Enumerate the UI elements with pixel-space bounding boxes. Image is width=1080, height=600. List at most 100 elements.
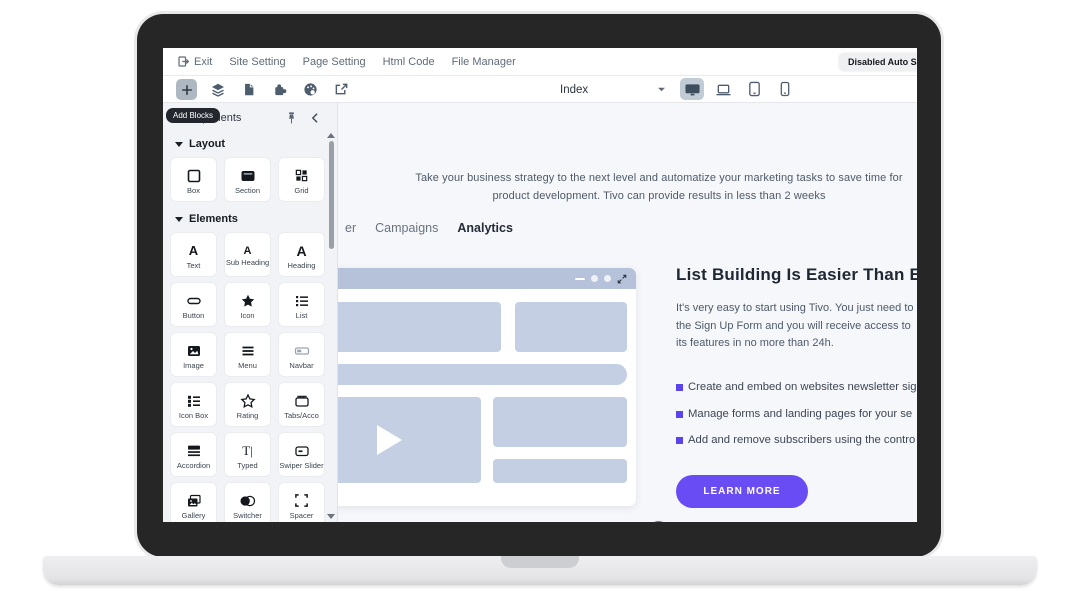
add-blocks-tooltip: Add Blocks (166, 108, 220, 123)
scroll-down-icon[interactable] (327, 514, 335, 519)
section-label: Elements (189, 213, 238, 225)
wireframe-card (303, 268, 636, 506)
block-card-box[interactable]: Box (170, 157, 217, 202)
menu-site-setting[interactable]: Site Setting (229, 56, 285, 68)
block-card-icon[interactable]: Icon (224, 282, 271, 327)
block-card-rating[interactable]: Rating (224, 382, 271, 427)
image-icon (186, 342, 202, 360)
section-icon (240, 167, 256, 185)
block-card-icon-box[interactable]: Icon Box (170, 382, 217, 427)
sidebar-scrollbar[interactable] (327, 133, 335, 519)
bullet-square-icon (676, 437, 683, 444)
block-card-text[interactable]: A Text (170, 232, 217, 277)
heading-icon: A (296, 242, 306, 260)
laptop-base (43, 556, 1037, 585)
block-card-typed[interactable]: T| Typed (224, 432, 271, 477)
block-card-list[interactable]: List (278, 282, 325, 327)
plugins-button[interactable] (269, 79, 290, 100)
pin-icon[interactable] (285, 111, 298, 125)
page-dropdown-value: Index (560, 84, 588, 96)
block-card-menu[interactable]: Menu (224, 332, 271, 377)
exit-label: Exit (194, 56, 212, 68)
paragraph-line: its features in no more than 24h. (676, 335, 914, 353)
toolbar: Index (163, 76, 917, 103)
scrollbar-thumb[interactable] (329, 141, 334, 249)
add-blocks-button[interactable] (176, 79, 197, 100)
external-link-icon (334, 82, 349, 97)
publish-button[interactable] (331, 79, 352, 100)
paragraph-line: the Sign Up Form and you will receive ac… (676, 318, 914, 336)
toolbar-left-icons (176, 79, 352, 100)
bullet-text: Manage forms and landing pages for your … (688, 408, 912, 420)
collapse-sidebar-icon[interactable] (310, 112, 319, 124)
caret-down-icon (175, 142, 183, 147)
accordion-icon (186, 442, 202, 460)
play-icon[interactable] (377, 425, 402, 455)
tab-partial[interactable]: er (345, 221, 356, 235)
block-card-spacer[interactable]: Spacer (278, 482, 325, 522)
tab-analytics[interactable]: Analytics (457, 221, 513, 235)
menu-icon (240, 342, 256, 360)
bullet-text: Create and embed on websites newsletter … (688, 381, 917, 393)
block-card-section[interactable]: Section (224, 157, 271, 202)
tab-campaigns[interactable]: Campaigns (375, 221, 438, 235)
block-card-grid[interactable]: Grid (278, 157, 325, 202)
block-card-heading[interactable]: A Heading (278, 232, 325, 277)
block-card-sub-heading[interactable]: A Sub Heading (224, 232, 271, 277)
desktop-preview-button[interactable] (680, 78, 704, 100)
expand-icon (617, 274, 627, 284)
exit-button[interactable]: Exit (177, 55, 212, 68)
hero-line-2: product development. Tivo can provide re… (399, 187, 917, 205)
pages-button[interactable] (238, 79, 259, 100)
device-preview-group (680, 78, 797, 100)
button-icon (186, 292, 202, 310)
add-section-fab[interactable]: + (649, 521, 668, 522)
sub-heading-icon: A (244, 245, 252, 257)
feature-tabs: er Campaigns Analytics (345, 221, 513, 235)
menu-html-code[interactable]: Html Code (383, 56, 435, 68)
bullet-square-icon (676, 411, 683, 418)
window-dot-icon (604, 275, 611, 282)
wireframe-bar (312, 364, 627, 385)
hero-paragraph: Take your business strategy to the next … (399, 169, 917, 205)
block-card-tabs-acco[interactable]: Tabs/Acco (278, 382, 325, 427)
section-label: Layout (189, 138, 225, 150)
wireframe-block (515, 302, 627, 352)
learn-more-button[interactable]: LEARN MORE (676, 475, 808, 508)
section-elements[interactable]: Elements (175, 213, 337, 225)
block-card-button[interactable]: Button (170, 282, 217, 327)
block-card-image[interactable]: Image (170, 332, 217, 377)
tablet-preview-button[interactable] (742, 78, 766, 100)
scroll-up-icon[interactable] (327, 133, 335, 138)
laptop-preview-button[interactable] (711, 78, 735, 100)
theme-button[interactable] (300, 79, 321, 100)
star-icon (240, 292, 256, 310)
section-layout[interactable]: Layout (175, 138, 337, 150)
sidebar-header: Components Add Blocks (163, 103, 337, 133)
minimize-icon (575, 278, 585, 280)
palette-icon (303, 82, 318, 97)
tabs-icon (294, 392, 310, 410)
block-card-gallery[interactable]: Gallery (170, 482, 217, 522)
wireframe-block (312, 302, 501, 352)
feature-paragraph: It's very easy to start using Tivo. You … (676, 300, 914, 353)
block-card-navbar[interactable]: Navbar (278, 332, 325, 377)
builder-screen: Exit Site Setting Page Setting Html Code… (163, 48, 917, 522)
grid-icon (294, 167, 309, 185)
page-dropdown[interactable]: Index (554, 80, 672, 99)
top-menubar: Exit Site Setting Page Setting Html Code… (163, 48, 917, 76)
layers-button[interactable] (207, 79, 228, 100)
wireframe-block (493, 459, 627, 483)
phone-preview-button[interactable] (773, 78, 797, 100)
box-icon (186, 167, 202, 185)
block-card-swiper-slider[interactable]: Swiper Slider (278, 432, 325, 477)
file-icon (242, 82, 256, 97)
autosave-badge[interactable]: Disabled Auto Save (839, 53, 917, 71)
element-cards: A Text A Sub Heading A Heading Button (163, 232, 337, 522)
hero-line-1: Take your business strategy to the next … (399, 169, 917, 187)
block-card-switcher[interactable]: Switcher (224, 482, 271, 522)
navbar-icon (294, 342, 310, 360)
block-card-accordion[interactable]: Accordion (170, 432, 217, 477)
menu-file-manager[interactable]: File Manager (452, 56, 516, 68)
menu-page-setting[interactable]: Page Setting (303, 56, 366, 68)
